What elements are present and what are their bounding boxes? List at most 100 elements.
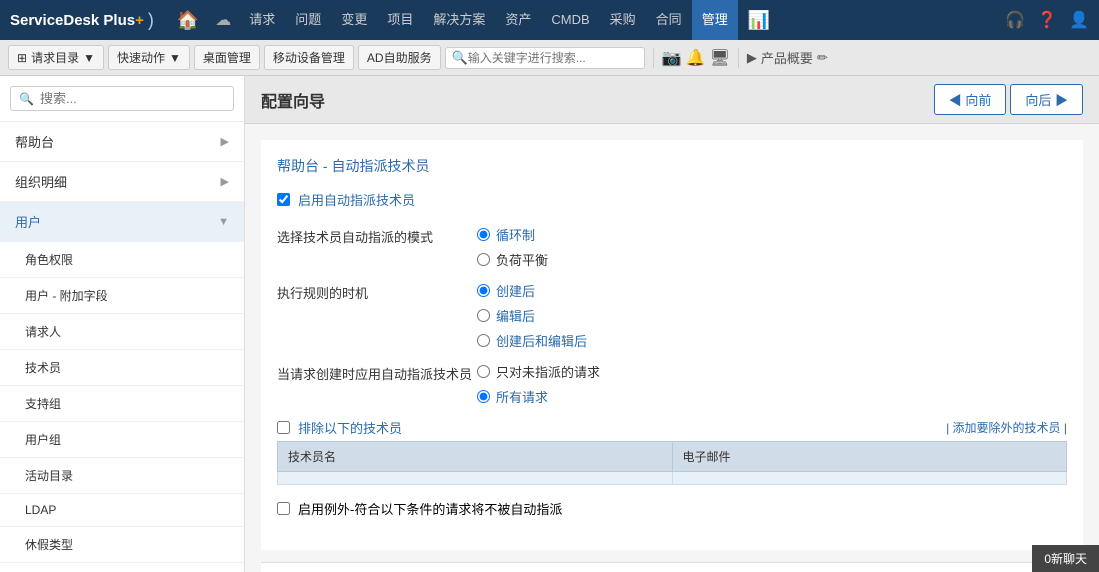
sidebar-item-org[interactable]: 组织明细 ▶ [0, 162, 244, 202]
nav-asset[interactable]: 资产 [495, 0, 541, 40]
nav-problem[interactable]: 问题 [285, 0, 331, 40]
enable-checkbox[interactable] [277, 193, 290, 206]
chat-bubble[interactable]: 0新聊天 [1032, 545, 1099, 572]
timing-radio-edit[interactable] [477, 309, 490, 322]
table-cell-name [278, 472, 673, 485]
main-layout: 🔍 帮助台 ▶ 组织明细 ▶ 用户 ▼ 角色权限 用户 - 附加字段 请求人 技… [0, 76, 1099, 572]
secondary-toolbar: ⊞ 请求目录 ▼ 快速动作 ▼ 桌面管理 移动设备管理 AD自助服务 🔍 📷 🔔… [0, 40, 1099, 76]
nav-project[interactable]: 项目 [377, 0, 423, 40]
search-icon: 🔍 [452, 50, 468, 66]
exclude-checkbox[interactable] [277, 421, 290, 434]
bell-icon[interactable]: 🔔 [686, 48, 706, 68]
nav-request[interactable]: 请求 [239, 0, 285, 40]
apply-label: 当请求创建时应用自动指派技术员 [277, 362, 477, 383]
add-exclude-link[interactable]: | 添加要除外的技术员 | [946, 419, 1067, 436]
mode-label: 选择技术员自动指派的模式 [277, 225, 477, 246]
sidebar-down-arrow-icon: ▼ [218, 216, 229, 228]
col-technician-name: 技术员名 [278, 442, 673, 472]
timing-radio-both[interactable] [477, 334, 490, 347]
technician-table: 技术员名 电子邮件 [277, 441, 1067, 485]
page-title: 配置向导 [261, 88, 325, 112]
sidebar-item-users[interactable]: 用户 ▼ [0, 202, 244, 242]
cloud-icon[interactable]: ☁ [215, 10, 231, 30]
apply-unassigned[interactable]: 只对未指派的请求 [477, 362, 600, 381]
desktop-mgmt-btn[interactable]: 桌面管理 [194, 45, 260, 70]
col-email: 电子邮件 [672, 442, 1067, 472]
nav-contract[interactable]: 合同 [646, 0, 692, 40]
apply-radio-all[interactable] [477, 390, 490, 403]
nav-purchase[interactable]: 采购 [600, 0, 646, 40]
mobile-mgmt-btn[interactable]: 移动设备管理 [264, 45, 354, 70]
camera-icon[interactable]: 📷 [662, 48, 682, 68]
headphone-icon[interactable]: 🎧 [1005, 10, 1025, 30]
toolbar-search-box[interactable]: 🔍 [445, 47, 645, 69]
sidebar-item-org-label: 组织明细 [15, 172, 67, 191]
timing-edit-label: 编辑后 [496, 306, 535, 325]
request-menu-btn[interactable]: ⊞ 请求目录 ▼ [8, 45, 104, 70]
logo-text: ServiceDesk Plus [10, 12, 135, 29]
table-row [278, 472, 1067, 485]
timing-radio-create[interactable] [477, 284, 490, 297]
mode-option-circular[interactable]: 循环制 [477, 225, 548, 244]
ad-self-btn[interactable]: AD自助服务 [358, 45, 441, 70]
sidebar-item-support-group[interactable]: 支持组 [0, 386, 244, 422]
toolbar-separator [653, 48, 654, 68]
sidebar-item-requester[interactable]: 请求人 [0, 314, 244, 350]
mode-load-label: 负荷平衡 [496, 250, 548, 269]
search-input[interactable] [468, 51, 638, 65]
nav-chart[interactable]: 📊 [738, 0, 780, 40]
sidebar-item-helpdesk[interactable]: 帮助台 ▶ [0, 122, 244, 162]
sidebar-item-helpdesk-label: 帮助台 [15, 132, 54, 151]
apply-unassigned-label: 只对未指派的请求 [496, 362, 600, 381]
nav-admin[interactable]: 管理 [692, 0, 738, 40]
nav-change[interactable]: 变更 [331, 0, 377, 40]
nav-cmdb[interactable]: CMDB [541, 0, 599, 40]
sidebar-item-ldap[interactable]: LDAP [0, 494, 244, 527]
sidebar-item-user-extra[interactable]: 用户 - 附加字段 [0, 278, 244, 314]
nav-items: 请求 问题 变更 项目 解决方案 资产 CMDB 采购 合同 管理 📊 [239, 0, 1005, 40]
logo-swoosh: ) [148, 10, 154, 31]
apply-all-label: 所有请求 [496, 387, 548, 406]
timing-after-edit[interactable]: 编辑后 [477, 306, 587, 325]
logo-plus: + [135, 12, 144, 29]
user-icon[interactable]: 👤 [1069, 10, 1089, 30]
timing-after-create[interactable]: 创建后 [477, 281, 587, 300]
edit-icon[interactable]: ✏ [817, 50, 828, 66]
sidebar-search-container: 🔍 [0, 76, 244, 122]
sidebar-arrow-icon: ▶ [221, 175, 229, 188]
prev-button[interactable]: ◀ 向前 [934, 84, 1007, 115]
section-title: 帮助台 - 自动指派技术员 [277, 156, 1067, 176]
mode-radio-load[interactable] [477, 253, 490, 266]
mode-option-load[interactable]: 负荷平衡 [477, 250, 548, 269]
timing-after-both[interactable]: 创建后和编辑后 [477, 331, 587, 350]
home-icon[interactable]: 🏠 [177, 10, 199, 31]
video-icon: ▶ [747, 50, 757, 66]
product-overview-label[interactable]: 产品概要 [761, 48, 813, 67]
quick-action-btn[interactable]: 快速动作 ▼ [108, 45, 190, 70]
sidebar-search-input[interactable] [40, 91, 225, 106]
next-button[interactable]: 向后 ▶ [1010, 84, 1083, 115]
monitor-icon[interactable]: 🖥 [710, 48, 730, 68]
help-icon[interactable]: ❓ [1037, 10, 1057, 30]
sidebar-item-user-group[interactable]: 用户组 [0, 422, 244, 458]
apply-form-group: 当请求创建时应用自动指派技术员 只对未指派的请求 所有请求 [277, 362, 1067, 406]
enable-label: 启用自动指派技术员 [298, 190, 415, 209]
apply-all[interactable]: 所有请求 [477, 387, 600, 406]
timing-form-group: 执行规则的时机 创建后 编辑后 创建后和编辑后 [277, 281, 1067, 350]
grid-icon: ⊞ [17, 51, 27, 65]
sidebar-item-technician[interactable]: 技术员 [0, 350, 244, 386]
sidebar-item-active-dir[interactable]: 活动目录 [0, 458, 244, 494]
mode-radio-circular[interactable] [477, 228, 490, 241]
sidebar-arrow-icon: ▶ [221, 135, 229, 148]
sidebar-item-role-perms[interactable]: 角色权限 [0, 242, 244, 278]
apply-radio-unassigned[interactable] [477, 365, 490, 378]
nav-buttons: ◀ 向前 向后 ▶ [934, 84, 1083, 115]
dropdown-arrow-icon: ▼ [83, 51, 95, 65]
nav-right: 🎧 ❓ 👤 [1005, 10, 1089, 30]
nav-solution[interactable]: 解决方案 [423, 0, 495, 40]
sidebar-search-box[interactable]: 🔍 [10, 86, 234, 111]
exception-checkbox[interactable] [277, 502, 290, 515]
sidebar-item-leave-type[interactable]: 休假类型 [0, 527, 244, 563]
timing-label: 执行规则的时机 [277, 281, 477, 302]
bottom-section: 列名 值 [261, 562, 1083, 572]
